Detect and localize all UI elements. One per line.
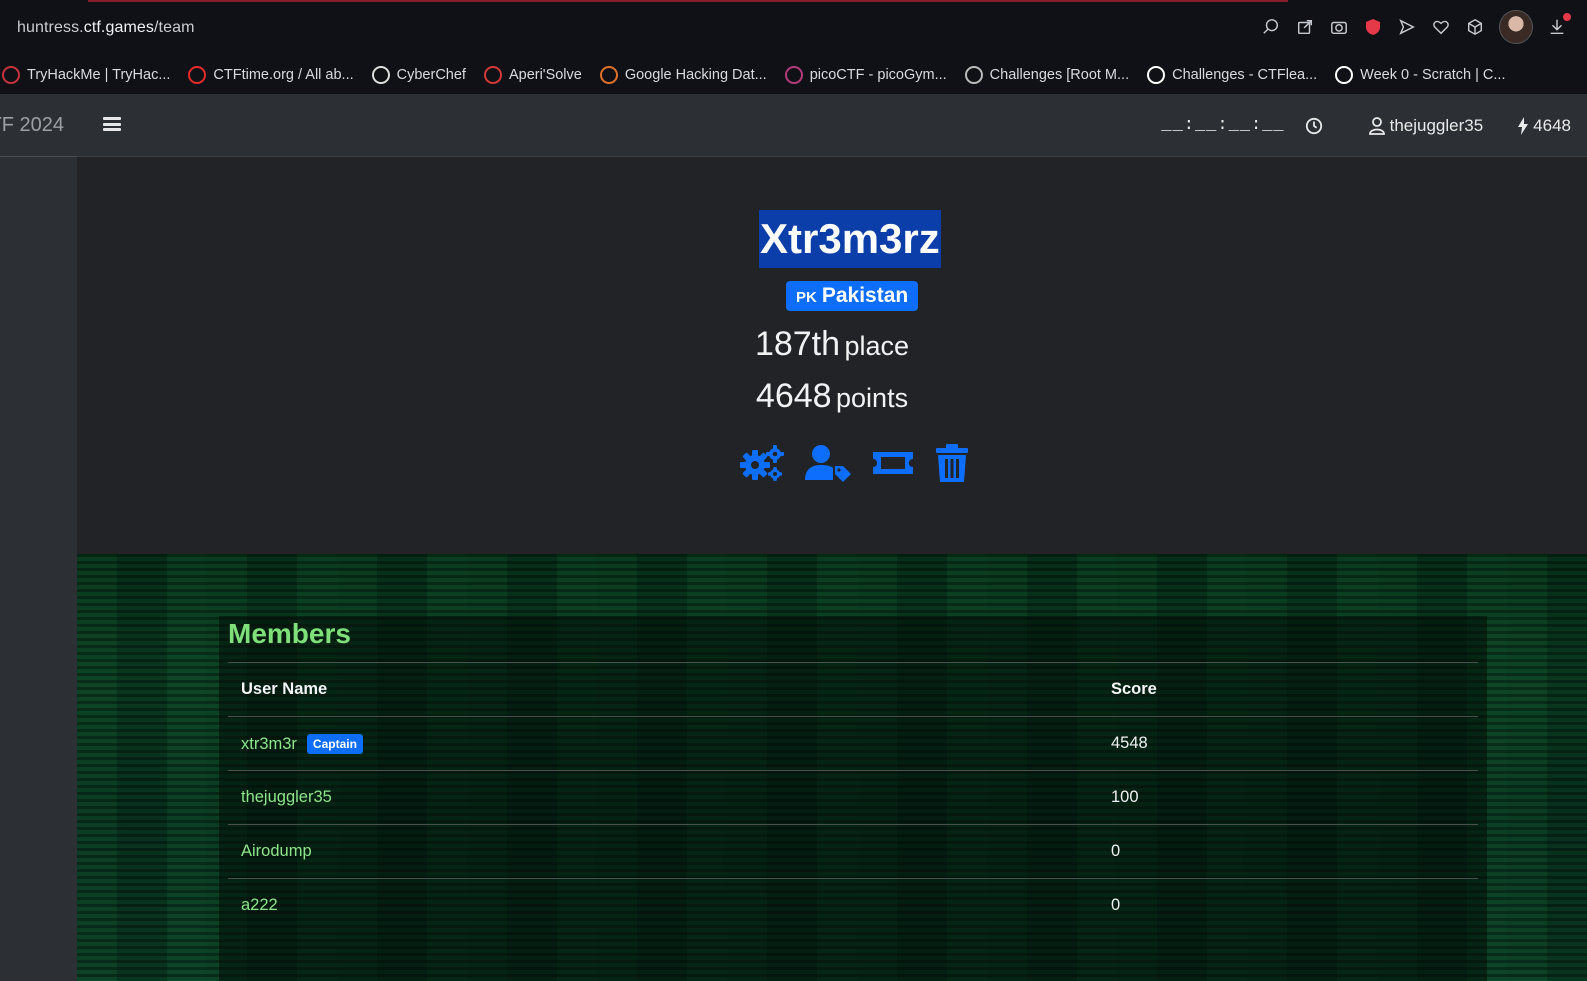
address-bar[interactable]: huntress.ctf.games/team bbox=[17, 19, 195, 37]
member-link[interactable]: Airodump bbox=[241, 842, 312, 860]
share-icon[interactable] bbox=[1295, 17, 1315, 37]
bookmark-item[interactable]: TryHackMe | TryHac... bbox=[2, 66, 170, 84]
points-label: 4648 bbox=[1533, 115, 1571, 135]
members-title: Members bbox=[228, 618, 351, 649]
bookmark-label: Week 0 - Scratch | C... bbox=[1360, 67, 1506, 83]
heart-icon[interactable] bbox=[1431, 17, 1451, 37]
user-tag-icon[interactable] bbox=[805, 444, 851, 487]
points-indicator: 4648 bbox=[1517, 116, 1571, 136]
ctftime-icon bbox=[188, 66, 207, 84]
cube-icon[interactable] bbox=[1465, 17, 1485, 37]
url-path: /team bbox=[153, 19, 195, 36]
aperisolve-icon bbox=[483, 66, 502, 84]
table-row: Airodump 0 bbox=[228, 824, 1478, 879]
country-code: PK bbox=[796, 289, 817, 306]
member-link[interactable]: thejuggler35 bbox=[241, 788, 332, 806]
place-label: place bbox=[844, 331, 910, 361]
place-number: 187th bbox=[754, 325, 841, 363]
bookmark-item[interactable]: Challenges [Root M... bbox=[964, 66, 1130, 84]
bookmark-item[interactable]: picoCTF - picoGym... bbox=[784, 66, 947, 84]
menu-toggle-icon[interactable] bbox=[103, 115, 121, 133]
column-header-username: User Name bbox=[228, 662, 1098, 717]
brand-title[interactable]: TF 2024 bbox=[0, 94, 77, 157]
user-icon bbox=[1368, 116, 1385, 135]
profile-avatar[interactable] bbox=[1499, 10, 1533, 44]
bookmark-item[interactable]: Week 0 - Scratch | C... bbox=[1335, 66, 1506, 84]
team-points: 4648 points bbox=[77, 377, 1587, 416]
download-icon[interactable] bbox=[1547, 13, 1571, 37]
ticket-icon[interactable] bbox=[871, 444, 915, 487]
table-row: xtr3m3r Captain 4548 bbox=[228, 716, 1478, 771]
team-place: 187th place bbox=[77, 325, 1587, 364]
member-link[interactable]: xtr3m3r bbox=[241, 735, 297, 753]
send-icon[interactable] bbox=[1397, 17, 1417, 37]
bookmark-item[interactable]: Challenges - CTFlea... bbox=[1147, 66, 1317, 84]
members-card: Members User Name Score xtr3m3r Captain 4… bbox=[219, 616, 1487, 981]
shield-extension-icon[interactable] bbox=[1363, 17, 1383, 37]
bookmark-item[interactable]: Aperi'Solve bbox=[483, 66, 582, 84]
country-badge: PK Pakistan bbox=[786, 281, 919, 311]
bookmark-label: CyberChef bbox=[396, 67, 466, 83]
team-header: Xtr3m3rz PK Pakistan 187th place 4648 po… bbox=[77, 157, 1587, 554]
bookmark-label: CTFtime.org / All ab... bbox=[213, 67, 354, 83]
points-word: points bbox=[836, 383, 909, 413]
member-score: 0 bbox=[1098, 878, 1478, 933]
table-row: thejuggler35 100 bbox=[228, 770, 1478, 825]
member-link[interactable]: a222 bbox=[241, 896, 278, 914]
picoctf-icon bbox=[784, 66, 803, 84]
zoom-search-icon[interactable] bbox=[1261, 17, 1281, 37]
bookmark-label: Challenges - CTFlea... bbox=[1172, 67, 1318, 83]
bookmark-label: TryHackMe | TryHac... bbox=[27, 67, 171, 83]
camera-icon[interactable] bbox=[1329, 17, 1349, 37]
bookmarks-bar: TryHackMe | TryHac... CTFtime.org / All a… bbox=[0, 56, 1587, 94]
bookmark-label: picoCTF - picoGym... bbox=[809, 67, 947, 83]
table-row: a222 0 bbox=[228, 878, 1478, 933]
edx-icon bbox=[1335, 66, 1354, 84]
members-section: Members User Name Score xtr3m3r Captain 4… bbox=[77, 554, 1587, 981]
exploitdb-icon bbox=[599, 66, 618, 84]
members-table: User Name Score xtr3m3r Captain 4548 thej… bbox=[228, 662, 1478, 933]
url-prefix: huntress. bbox=[17, 19, 84, 36]
bookmark-item[interactable]: CTFtime.org / All ab... bbox=[188, 66, 354, 84]
rootme-icon bbox=[964, 66, 983, 84]
column-header-score: Score bbox=[1098, 662, 1478, 717]
url-host: ctf.games bbox=[83, 19, 154, 36]
ctflearn-icon bbox=[1147, 66, 1166, 84]
browser-top-bar: huntress.ctf.games/team bbox=[0, 0, 1587, 56]
app-header: __:__:__:__ thejuggler35 4648 bbox=[77, 94, 1587, 157]
member-score: 4548 bbox=[1098, 716, 1478, 771]
team-name: Xtr3m3rz bbox=[759, 210, 941, 268]
page-load-indicator bbox=[88, 0, 1288, 2]
cyberchef-icon bbox=[371, 66, 390, 84]
countdown-timer: __:__:__:__ bbox=[1161, 116, 1285, 135]
member-score: 0 bbox=[1098, 824, 1478, 879]
bookmark-item[interactable]: CyberChef bbox=[371, 66, 466, 84]
trash-icon[interactable] bbox=[935, 443, 969, 488]
team-actions bbox=[739, 443, 969, 488]
bolt-icon bbox=[1518, 116, 1529, 135]
tryhackme-icon bbox=[2, 66, 20, 84]
username-label: thejuggler35 bbox=[1389, 115, 1484, 135]
clock-icon bbox=[1305, 117, 1322, 134]
settings-gears-icon[interactable] bbox=[739, 444, 785, 487]
bookmark-label: Challenges [Root M... bbox=[989, 67, 1130, 83]
bookmark-item[interactable]: Google Hacking Dat... bbox=[599, 66, 767, 84]
country-name: Pakistan bbox=[821, 284, 909, 307]
sidebar: TF 2024 bbox=[0, 94, 77, 981]
table-header-row: User Name Score bbox=[228, 662, 1478, 717]
bookmark-label: Aperi'Solve bbox=[508, 67, 582, 83]
bookmark-label: Google Hacking Dat... bbox=[624, 67, 767, 83]
user-menu[interactable]: thejuggler35 bbox=[1368, 115, 1484, 136]
member-score: 100 bbox=[1098, 770, 1478, 825]
points-number: 4648 bbox=[755, 377, 832, 415]
captain-badge: Captain bbox=[306, 733, 363, 754]
